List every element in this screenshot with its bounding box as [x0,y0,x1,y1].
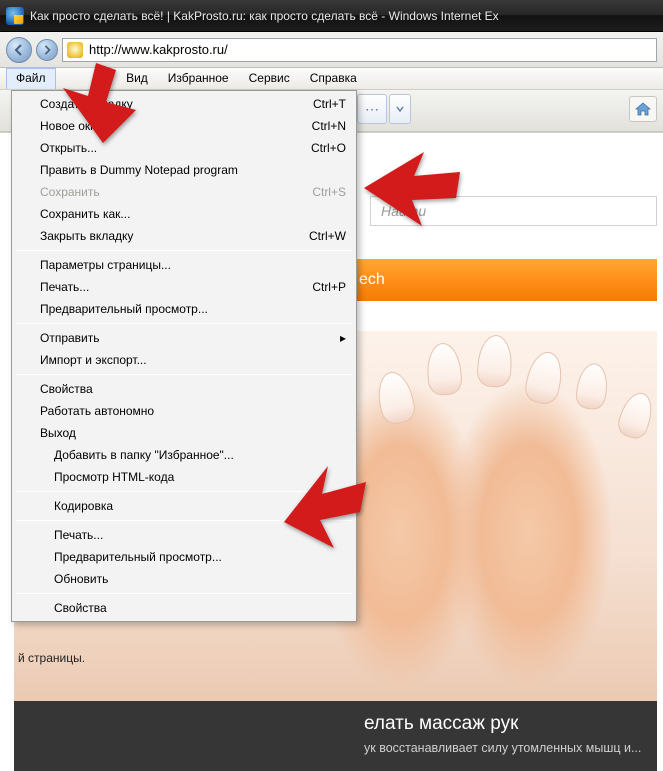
page-favicon-icon [67,42,83,58]
menu-item: Сохранить Ctrl+S [14,181,354,203]
menu-item-label: Кодировка [54,499,113,513]
overflow-button[interactable]: ⋯ [357,94,387,124]
arrow-left-icon [13,44,25,56]
menu-item-label: Обновить [54,572,108,586]
window-titlebar: Как просто сделать всё! | KakProsto.ru: … [0,0,663,32]
menu-item[interactable]: Работать автономно [14,400,354,422]
menu-item-label: Печать... [40,280,89,294]
menu-item-shortcut: Ctrl+W [293,229,346,243]
menu-item[interactable]: Закрыть вкладку Ctrl+W [14,225,354,247]
submenu-arrow-icon: ▸ [324,331,346,345]
ie-favicon-icon [6,7,24,25]
window-title: Как просто сделать всё! | KakProsto.ru: … [30,9,499,23]
arrow-right-icon [42,45,52,55]
menu-item-label: Параметры страницы... [40,258,171,272]
forward-button[interactable] [36,39,58,61]
menu-item-label: Править в Dummy Notepad program [40,163,238,177]
menu-item[interactable]: Отправить ▸ [14,327,354,349]
menu-item[interactable]: Предварительный просмотр... [14,298,354,320]
status-text: й страницы. [18,651,85,665]
address-bar[interactable] [62,38,657,62]
back-button[interactable] [6,37,32,63]
annotation-arrow-icon [280,462,370,552]
url-input[interactable] [89,42,652,57]
menu-item-shortcut: Ctrl+S [296,185,346,199]
home-icon [635,102,651,116]
annotation-arrow-icon [362,150,462,230]
menu-item[interactable]: Выход [14,422,354,444]
menu-item-label: Отправить [40,331,100,345]
menu-favorites[interactable]: Избранное [158,68,239,89]
menu-item-label: Свойства [40,382,93,396]
menu-item[interactable]: Обновить [14,568,354,590]
menu-item-label: Работать автономно [40,404,154,418]
menu-item-label: Выход [40,426,76,440]
menu-item[interactable]: Править в Dummy Notepad program [14,159,354,181]
menu-item-label: Сохранить [40,185,100,199]
chevron-down-icon [396,105,404,113]
menu-item-shortcut: Ctrl+O [295,141,346,155]
article-caption: елать массаж рук ук восстанавливает силу… [14,701,657,771]
menu-item-label: Предварительный просмотр... [54,550,222,564]
dots-icon: ⋯ [365,101,379,118]
caption-subtitle: ук восстанавливает силу утомленных мышц … [364,741,643,755]
menu-item[interactable]: Печать... Ctrl+P [14,276,354,298]
menu-separator [16,593,352,594]
menu-item-shortcut: Ctrl+N [296,119,346,133]
menu-item[interactable]: Параметры страницы... [14,254,354,276]
menu-item-label: Закрыть вкладку [40,229,133,243]
menu-file[interactable]: Файл [6,68,56,89]
menu-item[interactable]: Свойства [14,378,354,400]
dropdown-button[interactable] [389,94,411,124]
annotation-arrow-icon [58,58,148,148]
menu-item-label: Сохранить как... [40,207,130,221]
home-button[interactable] [629,96,657,122]
menu-help[interactable]: Справка [300,68,367,89]
menu-item-label: Добавить в папку "Избранное"... [54,448,234,462]
menu-tools[interactable]: Сервис [239,68,300,89]
menu-separator [16,374,352,375]
menu-item-label: Свойства [54,601,107,615]
menu-item-label: Печать... [54,528,103,542]
menu-item[interactable]: Свойства [14,597,354,619]
menu-item[interactable]: Импорт и экспорт... [14,349,354,371]
menu-item-label: Просмотр HTML-кода [54,470,174,484]
menu-item-label: Импорт и экспорт... [40,353,147,367]
menu-item[interactable]: Сохранить как... [14,203,354,225]
menu-item-label: Предварительный просмотр... [40,302,208,316]
menu-item-shortcut: Ctrl+P [296,280,346,294]
menu-separator [16,323,352,324]
caption-title: елать массаж рук [364,713,643,735]
category-label: ech [359,271,385,289]
menu-separator [16,250,352,251]
menu-item-shortcut: Ctrl+T [297,97,346,111]
